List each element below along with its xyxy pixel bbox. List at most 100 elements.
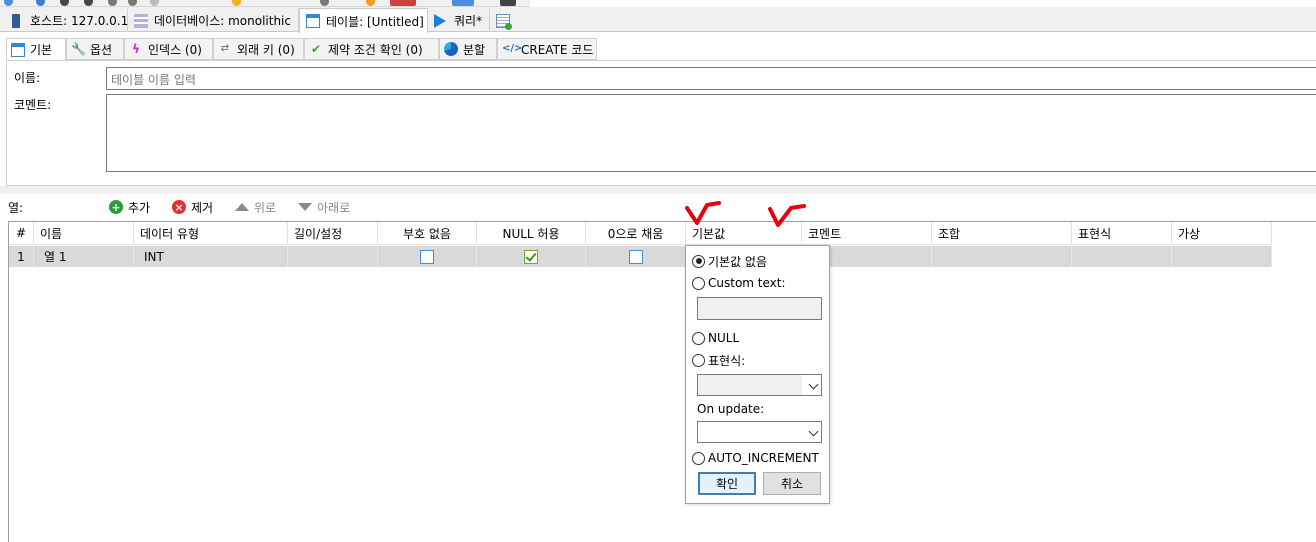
toolbar-button-icon[interactable]: [232, 0, 241, 6]
option-no-default-label: 기본값 없음: [708, 254, 768, 269]
tab-basic[interactable]: 기본: [6, 38, 66, 61]
tab-basic-label: 기본: [30, 43, 53, 57]
tab-foreign-keys-label: 외래 키 (0): [237, 42, 295, 57]
tab-query[interactable]: 쿼리*: [428, 9, 490, 32]
column-header-virtual[interactable]: 가상: [1172, 222, 1272, 245]
cell-column-name[interactable]: 열 1: [34, 246, 134, 267]
table-name-input[interactable]: 테이블 이름 입력: [106, 67, 1316, 90]
option-no-default[interactable]: 기본값 없음: [692, 253, 767, 269]
tab-query-label: 쿼리*: [454, 14, 483, 28]
table-icon: [306, 14, 320, 28]
tab-create-code[interactable]: </> CREATE 코드: [497, 38, 597, 60]
column-header-allow-null[interactable]: NULL 허용: [477, 222, 586, 245]
tab-options-label: 옵션: [90, 42, 113, 57]
table-name-placeholder: 테이블 이름 입력: [111, 73, 196, 87]
play-icon: [434, 13, 446, 28]
column-header-datatype[interactable]: 데이터 유형: [134, 222, 288, 245]
code-icon: </>: [502, 43, 523, 54]
cell-data-type[interactable]: INT: [134, 246, 288, 267]
custom-text-input[interactable]: [697, 297, 822, 320]
main-toolbar: [0, 0, 530, 7]
on-update-select[interactable]: [697, 421, 822, 443]
column-header-zerofill[interactable]: 0으로 채움: [586, 222, 686, 245]
row-number[interactable]: 1: [9, 246, 34, 267]
toolbar-button-icon[interactable]: [500, 0, 516, 6]
radio-expression[interactable]: [692, 353, 705, 367]
cancel-button[interactable]: 취소: [763, 472, 821, 495]
toolbar-button-icon[interactable]: [452, 0, 474, 6]
partition-icon: [444, 42, 458, 56]
toolbar-button-icon[interactable]: [366, 0, 375, 6]
move-up-button[interactable]: 위로: [235, 198, 276, 216]
column-header-num[interactable]: #: [9, 222, 34, 245]
cell-zerofill[interactable]: [586, 246, 686, 267]
column-header-unsigned[interactable]: 부호 없음: [378, 222, 477, 245]
default-value-popup: 기본값 없음 Custom text: NULL 표현식: On update:…: [685, 245, 830, 504]
add-column-button[interactable]: + 추가: [109, 198, 150, 216]
tab-table[interactable]: 테이블: [Untitled]: [299, 8, 428, 33]
toolbar-button-icon[interactable]: [36, 0, 45, 6]
tab-options[interactable]: 🔧 옵션: [66, 38, 124, 60]
cell-virtual[interactable]: [1172, 246, 1272, 267]
toolbar-button-icon[interactable]: [84, 0, 93, 6]
editor-tabs: 기본 🔧 옵션 ϟ 인덱스 (0) ⇄ 외래 키 (0) ✔ 제약 조건 확인 …: [6, 38, 1316, 61]
option-auto-increment[interactable]: AUTO_INCREMENT: [692, 450, 819, 466]
toolbar-button-icon[interactable]: [128, 0, 137, 6]
tab-database[interactable]: 데이터베이스: monolithic: [128, 9, 299, 32]
tab-foreign-keys[interactable]: ⇄ 외래 키 (0): [213, 38, 304, 60]
tab-database-label: 데이터베이스: monolithic: [154, 14, 291, 28]
table-comment-input[interactable]: [106, 94, 1316, 172]
cell-expression[interactable]: [1072, 246, 1172, 267]
tab-host[interactable]: 호스트: 127.0.0.1: [2, 9, 128, 32]
unsigned-checkbox[interactable]: [420, 249, 434, 264]
radio-auto-increment[interactable]: [692, 451, 705, 465]
cell-length[interactable]: [288, 246, 378, 267]
toolbar-button-icon[interactable]: [150, 0, 159, 6]
remove-column-button[interactable]: × 제거: [172, 198, 213, 216]
radio-custom-text[interactable]: [692, 276, 705, 290]
ok-button[interactable]: 확인: [698, 472, 756, 495]
move-down-button[interactable]: 아래로: [298, 198, 350, 216]
on-update-label: On update:: [697, 402, 765, 416]
tab-create-code-label: CREATE 코드: [521, 42, 594, 57]
columns-grid: # 이름 데이터 유형 길이/설정 부호 없음 NULL 허용 0으로 채움 기…: [8, 221, 1316, 542]
splitter[interactable]: [0, 186, 1316, 194]
foreign-key-icon: ⇄: [220, 43, 230, 54]
cell-unsigned[interactable]: [378, 246, 477, 267]
cell-collation[interactable]: [932, 246, 1072, 267]
move-up-label: 위로: [254, 200, 277, 215]
toolbar-button-icon[interactable]: [390, 0, 416, 6]
radio-null[interactable]: [692, 331, 705, 345]
expression-select[interactable]: [697, 374, 822, 396]
tab-check-constraints[interactable]: ✔ 제약 조건 확인 (0): [304, 38, 439, 60]
tab-partitions[interactable]: 분할: [439, 38, 497, 60]
wrench-icon: 🔧: [71, 42, 86, 56]
toolbar-button-icon[interactable]: [60, 0, 69, 6]
zerofill-checkbox[interactable]: [628, 249, 643, 264]
add-icon: +: [109, 200, 123, 214]
table-icon: [11, 42, 25, 57]
column-header-comment[interactable]: 코멘트: [802, 222, 932, 245]
tab-indexes[interactable]: ϟ 인덱스 (0): [124, 38, 213, 60]
toolbar-button-icon[interactable]: [108, 0, 117, 6]
chevron-down-icon: [808, 426, 819, 437]
toolbar-button-icon[interactable]: [4, 0, 13, 6]
column-header-expression[interactable]: 표현식: [1072, 222, 1172, 245]
radio-no-default[interactable]: [692, 254, 705, 268]
option-expression[interactable]: 표현식:: [692, 352, 745, 368]
column-header-name[interactable]: 이름: [34, 222, 134, 245]
option-custom-text[interactable]: Custom text:: [692, 275, 786, 291]
remove-column-label: 제거: [191, 200, 214, 215]
columns-label: 열:: [8, 201, 24, 215]
new-query-tab-button[interactable]: [490, 9, 516, 32]
option-null-label: NULL: [708, 331, 740, 345]
allow-null-checkbox[interactable]: [524, 249, 538, 264]
cell-allow-null[interactable]: [477, 246, 586, 267]
column-header-collation[interactable]: 조합: [932, 222, 1072, 245]
basic-panel: 이름: 테이블 이름 입력 코멘트:: [6, 60, 1316, 186]
option-null[interactable]: NULL: [692, 330, 739, 346]
tab-partitions-label: 분할: [463, 42, 486, 57]
comment-label: 코멘트:: [14, 98, 52, 112]
column-header-length[interactable]: 길이/설정: [288, 222, 378, 245]
toolbar-button-icon[interactable]: [320, 0, 329, 6]
